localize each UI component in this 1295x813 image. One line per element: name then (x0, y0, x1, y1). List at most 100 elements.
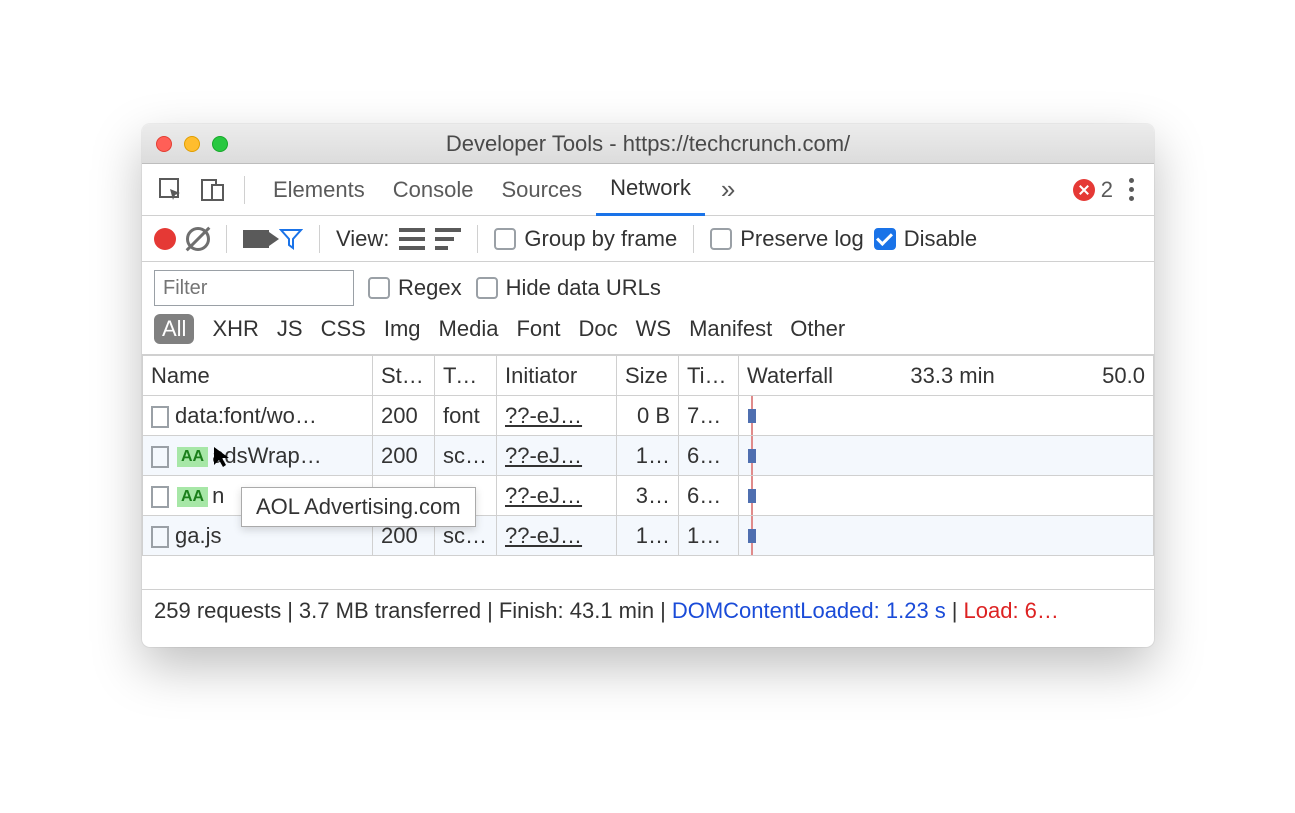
type-filter-ws[interactable]: WS (636, 316, 671, 342)
cell-waterfall (739, 396, 1154, 436)
request-name: adsWrap… (212, 443, 322, 468)
status-load: Load: 6… (964, 598, 1059, 624)
waterfall-edge-marker: 50.0 (1102, 363, 1145, 389)
file-icon (151, 446, 169, 468)
type-filter-img[interactable]: Img (384, 316, 421, 342)
type-filter-manifest[interactable]: Manifest (689, 316, 772, 342)
record-button[interactable] (154, 228, 176, 250)
tracker-badge-icon: AA (177, 487, 208, 507)
filter-input[interactable] (154, 270, 354, 306)
error-count-value: 2 (1101, 177, 1113, 203)
type-filter-media[interactable]: Media (439, 316, 499, 342)
clear-button[interactable] (186, 227, 210, 251)
type-filter-font[interactable]: Font (516, 316, 560, 342)
cell-name: data:font/wo… (143, 396, 373, 436)
list-icon (399, 228, 425, 250)
disable-cache-label: Disable (904, 226, 977, 252)
cell-initiator: ??-eJ… (497, 516, 617, 556)
devtools-window: Developer Tools - https://techcrunch.com… (142, 124, 1154, 647)
window-title: Developer Tools - https://techcrunch.com… (142, 131, 1154, 157)
request-name: data:font/wo… (175, 403, 317, 428)
waterfall-label: Waterfall (747, 363, 833, 389)
type-filter-other[interactable]: Other (790, 316, 845, 342)
status-transferred: 3.7 MB transferred (299, 598, 481, 624)
tooltip: AOL Advertising.com (241, 487, 476, 527)
view-label: View: (336, 226, 389, 252)
col-time-header[interactable]: Ti… (679, 356, 739, 396)
tab-elements[interactable]: Elements (259, 164, 379, 216)
tabs-overflow-button[interactable]: » (713, 174, 743, 205)
waterfall-time-marker: 33.3 min (910, 363, 1024, 389)
cell-size: 1… (617, 436, 679, 476)
file-icon (151, 406, 169, 428)
tab-console[interactable]: Console (379, 164, 488, 216)
filter-bar: Regex Hide data URLs (142, 262, 1154, 310)
type-filter-all[interactable]: All (154, 314, 194, 344)
cell-time: 6… (679, 436, 739, 476)
group-by-frame-option[interactable]: Group by frame (494, 226, 677, 252)
regex-option[interactable]: Regex (368, 275, 462, 301)
type-filter-doc[interactable]: Doc (578, 316, 617, 342)
cell-initiator: ??-eJ… (497, 476, 617, 516)
cell-waterfall (739, 476, 1154, 516)
divider (319, 225, 320, 253)
settings-menu-button[interactable] (1121, 178, 1142, 201)
type-filter-bar: All XHR JS CSS Img Media Font Doc WS Manifest Othe… (142, 310, 1154, 355)
overview-icon (435, 228, 461, 250)
col-status-header[interactable]: St… (373, 356, 435, 396)
tab-network[interactable]: Network (596, 164, 705, 216)
tabbar: ElementsConsoleSourcesNetwork » 2 (142, 164, 1154, 216)
cell-size: 0 B (617, 396, 679, 436)
titlebar: Developer Tools - https://techcrunch.com… (142, 124, 1154, 164)
large-rows-button[interactable] (399, 228, 425, 250)
file-icon (151, 486, 169, 508)
table-row[interactable]: data:font/wo…200font??-eJ…0 B7… (143, 396, 1154, 436)
cell-time: 1… (679, 516, 739, 556)
disable-cache-option[interactable]: Disable (874, 226, 977, 252)
type-filter-js[interactable]: JS (277, 316, 303, 342)
checkbox-checked-icon (874, 228, 896, 250)
tab-sources[interactable]: Sources (487, 164, 596, 216)
status-requests: 259 requests (154, 598, 281, 624)
error-count[interactable]: 2 (1073, 177, 1113, 203)
checkbox-icon (368, 277, 390, 299)
type-filter-css[interactable]: CSS (321, 316, 366, 342)
col-size-header[interactable]: Size (617, 356, 679, 396)
device-toolbar-icon[interactable] (196, 173, 230, 207)
col-initiator-header[interactable]: Initiator (497, 356, 617, 396)
divider (693, 225, 694, 253)
network-table-wrap: Name St… Ty… Initiator Size Ti… Waterfal… (142, 355, 1154, 589)
tracker-badge-icon: AA (177, 447, 208, 467)
hide-data-urls-option[interactable]: Hide data URLs (476, 275, 661, 301)
cell-status: 200 (373, 396, 435, 436)
capture-screenshots-button[interactable] (243, 230, 269, 248)
filter-toggle-button[interactable] (279, 227, 303, 251)
preserve-log-option[interactable]: Preserve log (710, 226, 864, 252)
table-row[interactable]: AAadsWrap…200sc…??-eJ…1…6… (143, 436, 1154, 476)
overview-button[interactable] (435, 228, 461, 250)
type-filter-xhr[interactable]: XHR (212, 316, 258, 342)
cell-waterfall (739, 516, 1154, 556)
cell-name: AAadsWrap… (143, 436, 373, 476)
record-icon (154, 228, 176, 250)
cell-size: 3… (617, 476, 679, 516)
inspect-element-icon[interactable] (154, 173, 188, 207)
cell-waterfall (739, 436, 1154, 476)
checkbox-icon (476, 277, 498, 299)
overflow-chevron-icon: » (721, 174, 735, 205)
table-header-row: Name St… Ty… Initiator Size Ti… Waterfal… (143, 356, 1154, 396)
funnel-icon (279, 227, 303, 251)
col-name-header[interactable]: Name (143, 356, 373, 396)
checkbox-icon (494, 228, 516, 250)
preserve-log-label: Preserve log (740, 226, 864, 252)
file-icon (151, 526, 169, 548)
status-domcontentloaded: DOMContentLoaded: 1.23 s (672, 598, 946, 624)
cell-size: 1… (617, 516, 679, 556)
divider (477, 225, 478, 253)
col-type-header[interactable]: Ty… (435, 356, 497, 396)
request-name: n (212, 483, 224, 508)
cell-type: font (435, 396, 497, 436)
cell-status: 200 (373, 436, 435, 476)
cell-type: sc… (435, 436, 497, 476)
col-waterfall-header[interactable]: Waterfall 33.3 min 50.0 (739, 356, 1154, 396)
